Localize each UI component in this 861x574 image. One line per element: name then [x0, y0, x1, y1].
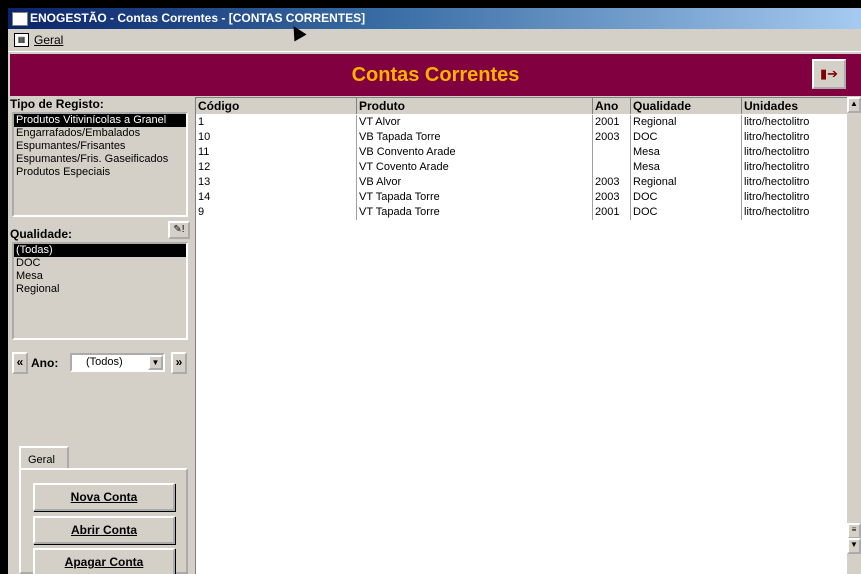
- window-title: ENOGESTÃO - Contas Correntes - [CONTAS C…: [30, 11, 366, 25]
- table-cell: 9: [196, 205, 357, 220]
- column-header-qualidade[interactable]: Qualidade: [631, 98, 742, 114]
- table-cell: litro/hectolitro: [744, 176, 810, 188]
- table-cell: [593, 145, 631, 160]
- table-cell: 13: [196, 175, 357, 190]
- accounts-table: Código Produto Ano Qualidade Unidades 1V…: [195, 97, 848, 574]
- ano-select[interactable]: (Todos) ▼: [70, 353, 165, 372]
- column-header-codigo[interactable]: Código: [196, 98, 357, 114]
- table-cell: litro/hectolitro: [744, 146, 810, 158]
- table-cell: Regional: [631, 115, 742, 130]
- table-row[interactable]: 10 VB Tapada Torre 2003 DOC litro/hectolitro: [196, 130, 847, 145]
- list-item[interactable]: Regional: [14, 283, 186, 296]
- list-item[interactable]: Engarrafados/Embalados: [14, 127, 186, 140]
- list-item[interactable]: DOC: [14, 257, 186, 270]
- filter-panel: Tipo de Registo: Produtos Vitivinícolas …: [10, 97, 191, 574]
- table-cell: VT Covento Arade: [357, 160, 593, 175]
- table-cell: Mesa: [631, 160, 742, 175]
- table-cell: Mesa: [631, 145, 742, 160]
- abrir-conta-label: Abrir Conta: [71, 523, 137, 537]
- tipo-registo-label: Tipo de Registo:: [10, 97, 104, 111]
- app-window: ENOGESTÃO - Contas Correntes - [CONTAS C…: [8, 8, 861, 574]
- table-cell: [593, 160, 631, 175]
- menu-bar: ▦ Geral: [8, 29, 861, 52]
- table-cell: 11: [196, 145, 357, 160]
- exit-button[interactable]: ▮➔: [812, 59, 846, 89]
- table-cell: VB Tapada Torre: [357, 130, 593, 145]
- table-cell: litro/hectolitro: [744, 191, 810, 203]
- table-header: Código Produto Ano Qualidade Unidades: [196, 98, 847, 114]
- qualidade-label: Qualidade:: [10, 227, 73, 241]
- prev-year-button[interactable]: «: [12, 352, 28, 374]
- table-cell: VT Tapada Torre: [357, 205, 593, 220]
- table-cell: 2003: [593, 175, 631, 190]
- column-header-ano[interactable]: Ano: [593, 98, 631, 114]
- list-item[interactable]: Produtos Especiais: [14, 166, 186, 179]
- qualidade-list[interactable]: (Todas) DOC Mesa Regional: [12, 242, 188, 340]
- abrir-conta-button[interactable]: Abrir Conta: [33, 516, 175, 544]
- form-header: Contas Correntes ▮➔: [10, 54, 861, 96]
- table-cell: 2001: [593, 205, 631, 220]
- table-cell: VB Convento Arade: [357, 145, 593, 160]
- table-cell: 12: [196, 160, 357, 175]
- table-cell: DOC: [631, 190, 742, 205]
- apagar-conta-label: Apagar Conta: [64, 555, 144, 569]
- table-cell: VT Alvor: [357, 115, 593, 130]
- table-cell: litro/hectolitro: [744, 161, 810, 173]
- table-cell: 1: [196, 115, 357, 130]
- edit-qualidade-button[interactable]: ✎!: [168, 221, 190, 239]
- table-row[interactable]: 12 VT Covento Arade Mesa litro/hectolitro: [196, 160, 847, 175]
- table-cell: 10: [196, 130, 357, 145]
- scroll-thumb[interactable]: ≡: [847, 523, 861, 539]
- list-item[interactable]: Produtos Vitivinícolas a Granel: [14, 114, 186, 127]
- vertical-scrollbar[interactable]: ▲ ≡ ▼: [847, 97, 861, 574]
- table-row[interactable]: 11 VB Convento Arade Mesa litro/hectolitro: [196, 145, 847, 160]
- table-cell: VB Alvor: [357, 175, 593, 190]
- nova-conta-label: Nova Conta: [70, 490, 138, 504]
- exit-door-icon: ▮➔: [819, 66, 839, 81]
- list-item[interactable]: Espumantes/Frisantes: [14, 140, 186, 153]
- table-cell: 14: [196, 190, 357, 205]
- table-cell: litro/hectolitro: [744, 131, 810, 143]
- list-item[interactable]: Espumantes/Fris. Gaseificados: [14, 153, 186, 166]
- ano-label: Ano:: [31, 356, 59, 370]
- form-icon[interactable]: ▦: [14, 33, 29, 47]
- list-item[interactable]: (Todas): [14, 244, 186, 257]
- scroll-up-icon[interactable]: ▲: [847, 97, 861, 113]
- table-row[interactable]: 1 VT Alvor 2001 Regional litro/hectolitro: [196, 115, 847, 130]
- table-row[interactable]: 14 VT Tapada Torre 2003 DOC litro/hectolitro: [196, 190, 847, 205]
- next-year-button[interactable]: »: [171, 352, 187, 374]
- ano-value: (Todos): [86, 356, 123, 368]
- table-cell: Regional: [631, 175, 742, 190]
- table-cell: 2003: [593, 190, 631, 205]
- app-icon: [12, 12, 28, 26]
- table-row[interactable]: 9 VT Tapada Torre 2001 DOC litro/hectolitro: [196, 205, 847, 220]
- title-bar: ENOGESTÃO - Contas Correntes - [CONTAS C…: [8, 8, 861, 29]
- edit-pencil-icon: ✎!: [173, 224, 185, 235]
- table-cell: DOC: [631, 130, 742, 145]
- column-header-unidades[interactable]: Unidades: [742, 98, 847, 114]
- menu-geral[interactable]: Geral: [34, 33, 63, 47]
- list-item[interactable]: Mesa: [14, 270, 186, 283]
- table-cell: 2001: [593, 115, 631, 130]
- table-cell: 2003: [593, 130, 631, 145]
- tab-geral[interactable]: Geral: [19, 446, 69, 470]
- tipo-registo-list[interactable]: Produtos Vitivinícolas a Granel Engarraf…: [12, 112, 188, 217]
- table-row[interactable]: 13 VB Alvor 2003 Regional litro/hectolitro: [196, 175, 847, 190]
- apagar-conta-button[interactable]: Apagar Conta: [33, 548, 175, 574]
- table-cell: DOC: [631, 205, 742, 220]
- column-header-produto[interactable]: Produto: [357, 98, 593, 114]
- chevron-down-icon[interactable]: ▼: [148, 355, 163, 370]
- table-cell: VT Tapada Torre: [357, 190, 593, 205]
- table-cell: litro/hectolitro: [744, 206, 810, 218]
- nova-conta-button[interactable]: Nova Conta: [33, 483, 175, 511]
- scroll-down-icon[interactable]: ▼: [847, 538, 861, 554]
- form-title: Contas Correntes: [351, 64, 520, 86]
- table-cell: litro/hectolitro: [744, 116, 810, 128]
